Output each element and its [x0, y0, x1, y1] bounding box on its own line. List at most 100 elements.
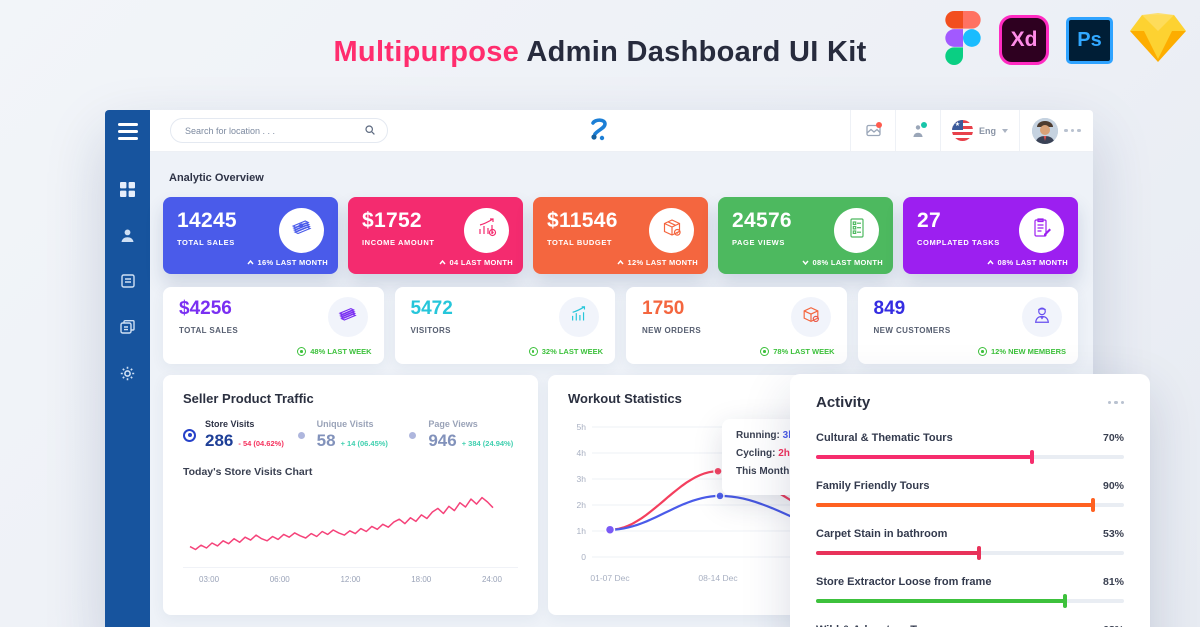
photoshop-logo-icon: Ps [1066, 17, 1113, 64]
customer-icon [1032, 305, 1052, 330]
panel-title: Seller Product Traffic [183, 391, 518, 406]
radio-unselected-icon[interactable] [298, 432, 305, 439]
page-views-radio-option[interactable]: Page Views 946+ 384 (24.94%) [406, 419, 518, 451]
promo-page: Multipurpose Admin Dashboard UI Kit Xd P… [0, 0, 1200, 627]
tasks-icon [1031, 217, 1053, 244]
stat-cards-row: 14245 TOTAL SALES 16% LAST MONTH $1752 I… [163, 197, 1078, 274]
sketch-logo-icon [1130, 13, 1186, 68]
stat-card-page-views: 24576 PAGE VIEWS 08% LAST MONTH [718, 197, 893, 274]
money-stack-icon [337, 305, 359, 330]
progress-slider[interactable] [816, 599, 1124, 603]
gain-icon [297, 347, 306, 356]
growth-chart-icon [569, 305, 589, 330]
radio-unselected-icon[interactable] [409, 432, 416, 439]
svg-text:5h: 5h [577, 422, 587, 432]
banner-title-accent: Multipurpose [333, 36, 519, 68]
progress-slider[interactable] [816, 551, 1124, 555]
trend-up-icon [617, 260, 624, 265]
svg-text:4h: 4h [577, 448, 587, 458]
search-input[interactable] [183, 125, 365, 137]
slider-handle[interactable] [1030, 450, 1034, 464]
more-options-icon[interactable] [1064, 129, 1081, 133]
stat-card-completed-tasks: 27 COMPLATED TASKS 08% LAST MONTH [903, 197, 1078, 274]
slider-handle[interactable] [1091, 498, 1095, 512]
search-icon[interactable] [365, 122, 375, 140]
hamburger-menu-button[interactable] [105, 110, 150, 152]
pages-icon [120, 320, 135, 339]
section-heading: Analytic Overview [169, 172, 1078, 184]
user-menu[interactable] [1019, 110, 1093, 151]
activity-item: Family Friendly Tours90% [816, 480, 1124, 507]
svg-text:1h: 1h [577, 526, 587, 536]
slider-handle[interactable] [1063, 594, 1067, 608]
trend-up-icon [247, 260, 254, 265]
user-icon [120, 228, 135, 248]
svg-text:3h: 3h [577, 474, 587, 484]
sidebar-item-settings[interactable] [105, 366, 150, 385]
mini-card-new-orders: 1750 NEW ORDERS 78% LAST WEEK [626, 287, 847, 364]
search-box[interactable] [170, 118, 388, 143]
svg-text:01-07 Dec: 01-07 Dec [590, 573, 630, 583]
chevron-down-icon [1002, 129, 1008, 133]
seller-product-traffic-panel: Seller Product Traffic Store Visits 286-… [163, 375, 538, 615]
activity-status-button[interactable] [895, 110, 940, 151]
chart-caption: Today's Store Visits Chart [183, 466, 518, 478]
progress-slider[interactable] [816, 455, 1124, 459]
sidebar-item-reports[interactable] [105, 274, 150, 293]
panel-title: Activity [816, 394, 870, 411]
stat-card-total-budget: $11546 TOTAL BUDGET 12% LAST MONTH [533, 197, 708, 274]
stat-card-total-sales: 14245 TOTAL SALES 16% LAST MONTH [163, 197, 338, 274]
stat-card-income-amount: $1752 INCOME AMOUNT 04 LAST MONTH [348, 197, 523, 274]
gear-icon [120, 366, 135, 386]
svg-text:0: 0 [581, 552, 586, 562]
dashboard-grid-icon [120, 182, 135, 202]
svg-text:08-14 Dec: 08-14 Dec [698, 573, 738, 583]
status-badge [921, 122, 927, 128]
growth-chart-icon [476, 217, 498, 244]
adobe-xd-logo-icon: Xd [999, 15, 1049, 65]
notification-badge [876, 122, 882, 128]
mini-card-new-customers: 849 NEW CUSTOMERS 12% NEW MEMBERS [858, 287, 1079, 364]
avatar[interactable] [1032, 118, 1058, 144]
activity-item: Cultural & Thematic Tours70% [816, 432, 1124, 459]
activity-item: Store Extractor Loose from frame81% [816, 576, 1124, 603]
gain-icon [978, 347, 987, 356]
language-label: Eng [979, 126, 996, 136]
trend-up-icon [987, 260, 994, 265]
brand-logo[interactable] [587, 110, 611, 152]
radio-selected-icon[interactable] [183, 429, 196, 442]
activity-item: Carpet Stain in bathroom53% [816, 528, 1124, 555]
progress-slider[interactable] [816, 503, 1124, 507]
banner-title-rest: Admin Dashboard UI Kit [519, 36, 866, 68]
trend-up-icon [439, 260, 446, 265]
slider-handle[interactable] [977, 546, 981, 560]
package-icon [801, 305, 821, 330]
us-flag-icon: ★ [952, 120, 973, 141]
activity-panel: Activity Cultural & Thematic Tours70% Fa… [790, 374, 1150, 627]
document-icon [121, 274, 135, 293]
trend-down-icon [802, 260, 809, 265]
money-stack-icon [290, 217, 314, 244]
checklist-icon [847, 217, 867, 244]
sidebar [105, 110, 150, 627]
top-navbar: ★ Eng [150, 110, 1093, 152]
mini-cards-row: $4256 TOTAL SALES 48% LAST WEEK 5472 VIS… [163, 287, 1078, 364]
store-visits-sparkline-chart [183, 481, 518, 567]
sidebar-item-dashboard[interactable] [105, 182, 150, 201]
store-visits-radio-option[interactable]: Store Visits 286- 54 (04.62%) [183, 419, 295, 451]
gain-icon [529, 347, 538, 356]
unique-visits-radio-option[interactable]: Unique Visits 58+ 14 (06.45%) [295, 419, 407, 451]
sidebar-item-pages[interactable] [105, 320, 150, 339]
panel-menu-icon[interactable] [1108, 401, 1125, 405]
mini-card-total-sales: $4256 TOTAL SALES 48% LAST WEEK [163, 287, 384, 364]
svg-text:2h: 2h [577, 500, 587, 510]
gain-icon [760, 347, 769, 356]
mini-card-visitors: 5472 VISITORS 32% LAST WEEK [395, 287, 616, 364]
sparkline-x-axis: 03:00 06:00 12:00 18:00 24:00 [183, 567, 518, 584]
notifications-button[interactable] [850, 110, 895, 151]
sidebar-item-users[interactable] [105, 228, 150, 247]
figma-logo-icon [944, 10, 982, 71]
language-selector[interactable]: ★ Eng [940, 110, 1019, 151]
package-icon [661, 217, 683, 244]
design-app-logos: Xd Ps [944, 10, 1186, 70]
